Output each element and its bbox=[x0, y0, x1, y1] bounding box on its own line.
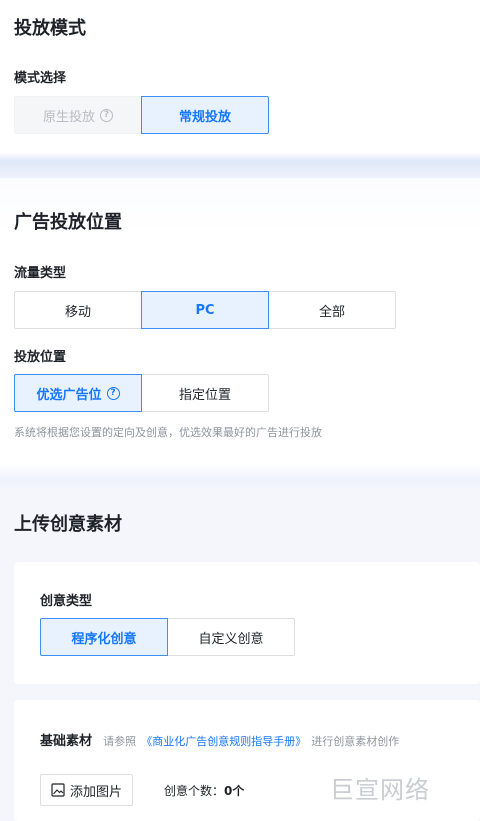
mode-option-regular[interactable]: 常规投放 bbox=[141, 96, 269, 134]
traffic-type-label: 流量类型 bbox=[14, 266, 67, 281]
placement-label: 投放位置 bbox=[14, 350, 67, 365]
creative-count-value: 0个 bbox=[224, 784, 245, 798]
image-icon bbox=[51, 783, 65, 797]
section-ad-placement: 广告投放位置 流量类型 移动 PC 全部 投放位置 优选广告位 ? 指定位置 系… bbox=[0, 178, 480, 464]
placement-hint: 系统将根据您设置的定向及创意，优选效果最好的广告进行投放 bbox=[14, 426, 322, 439]
mode-select-label: 模式选择 bbox=[14, 71, 67, 86]
section-title-delivery-mode: 投放模式 bbox=[14, 18, 86, 39]
basic-material-desc-prefix: 请参照 bbox=[103, 735, 137, 748]
placement-segmented-control: 优选广告位 ? 指定位置 bbox=[14, 374, 269, 412]
help-icon[interactable]: ? bbox=[100, 108, 113, 122]
creative-count-label: 创意个数： bbox=[164, 784, 225, 798]
traffic-option-all[interactable]: 全部 bbox=[268, 291, 396, 329]
traffic-option-pc[interactable]: PC bbox=[141, 291, 269, 329]
placement-option-preferred-label: 优选广告位 bbox=[36, 387, 102, 403]
creative-count: 创意个数：0个 bbox=[164, 782, 244, 799]
basic-material-row: 基础素材 请参照 《商业化广告创意规则指导手册》 进行创意素材创作 bbox=[40, 730, 399, 749]
section-divider bbox=[0, 152, 480, 178]
creative-type-segmented-control: 程序化创意 自定义创意 bbox=[40, 618, 295, 656]
basic-material-label: 基础素材 bbox=[40, 734, 93, 749]
section-title-ad-placement: 广告投放位置 bbox=[14, 212, 122, 233]
placement-option-specified[interactable]: 指定位置 bbox=[141, 374, 269, 412]
mode-option-regular-label: 常规投放 bbox=[178, 109, 231, 125]
watermark-logo: 巨宣网络 bbox=[330, 776, 430, 804]
section-title-upload-creative: 上传创意素材 bbox=[14, 514, 122, 535]
traffic-type-segmented-control: 移动 PC 全部 bbox=[14, 291, 396, 329]
mode-option-native[interactable]: 原生投放 ? bbox=[14, 96, 142, 134]
creative-option-custom[interactable]: 自定义创意 bbox=[167, 618, 295, 656]
mode-option-native-label: 原生投放 bbox=[42, 109, 95, 125]
mode-segmented-control: 原生投放 ? 常规投放 bbox=[14, 96, 269, 134]
help-icon[interactable]: ? bbox=[106, 386, 120, 400]
add-image-label: 添加图片 bbox=[70, 784, 123, 800]
traffic-option-mobile[interactable]: 移动 bbox=[14, 291, 142, 329]
basic-material-desc-suffix: 进行创意素材创作 bbox=[311, 735, 400, 748]
creative-option-programmatic[interactable]: 程序化创意 bbox=[40, 618, 168, 656]
creative-type-label: 创意类型 bbox=[40, 594, 93, 609]
placement-option-preferred[interactable]: 优选广告位 ? bbox=[14, 374, 142, 412]
creative-type-card: 创意类型 程序化创意 自定义创意 bbox=[14, 562, 480, 684]
section-delivery-mode: 投放模式 模式选择 原生投放 ? 常规投放 bbox=[0, 0, 480, 152]
section-divider bbox=[0, 464, 480, 490]
add-image-button[interactable]: 添加图片 bbox=[40, 774, 134, 806]
guide-manual-link[interactable]: 《商业化广告创意规则指导手册》 bbox=[141, 735, 306, 748]
